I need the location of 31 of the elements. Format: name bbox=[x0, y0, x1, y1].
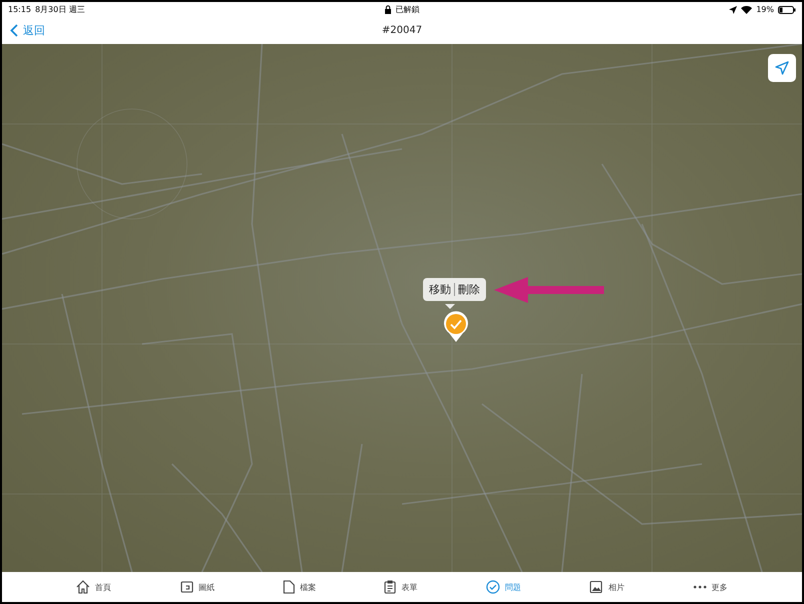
photo-icon bbox=[589, 580, 604, 594]
home-icon bbox=[76, 580, 90, 594]
lock-icon bbox=[384, 5, 392, 14]
tab-item[interactable]: 檔案 bbox=[279, 578, 320, 596]
location-arrow-button[interactable] bbox=[768, 54, 796, 82]
status-date: 8月30日 週三 bbox=[35, 4, 85, 15]
blueprint-icon bbox=[180, 580, 194, 594]
tab-item[interactable]: 首頁 bbox=[72, 578, 116, 596]
chevron-left-icon bbox=[10, 24, 18, 37]
location-icon bbox=[729, 6, 738, 14]
clipboard-icon bbox=[384, 580, 396, 594]
document-icon bbox=[283, 580, 296, 594]
check-circle-icon bbox=[486, 580, 500, 594]
map-view[interactable]: 移動 刪除 bbox=[2, 44, 802, 572]
tab-item[interactable]: 圖紙 bbox=[176, 578, 219, 596]
status-time: 15:15 bbox=[8, 5, 32, 14]
wifi-icon bbox=[741, 6, 752, 14]
location-arrow-icon bbox=[775, 61, 789, 75]
battery-percent: 19% bbox=[756, 5, 774, 14]
battery-icon bbox=[778, 6, 796, 14]
more-dots-icon bbox=[692, 585, 707, 589]
tab-item[interactable]: 問題 bbox=[482, 578, 525, 596]
popup-action[interactable]: 移動 bbox=[426, 281, 454, 298]
tab-item[interactable]: 相片 bbox=[585, 578, 628, 596]
page-title: #20047 bbox=[382, 25, 422, 36]
back-button[interactable]: 返回 bbox=[10, 23, 45, 38]
tab-item[interactable]: 表單 bbox=[380, 578, 422, 596]
lock-status: 已解鎖 bbox=[396, 4, 420, 15]
check-pin-icon[interactable] bbox=[443, 311, 469, 343]
popup-action[interactable]: 刪除 bbox=[455, 281, 483, 298]
tab-item[interactable]: 更多 bbox=[688, 580, 732, 594]
